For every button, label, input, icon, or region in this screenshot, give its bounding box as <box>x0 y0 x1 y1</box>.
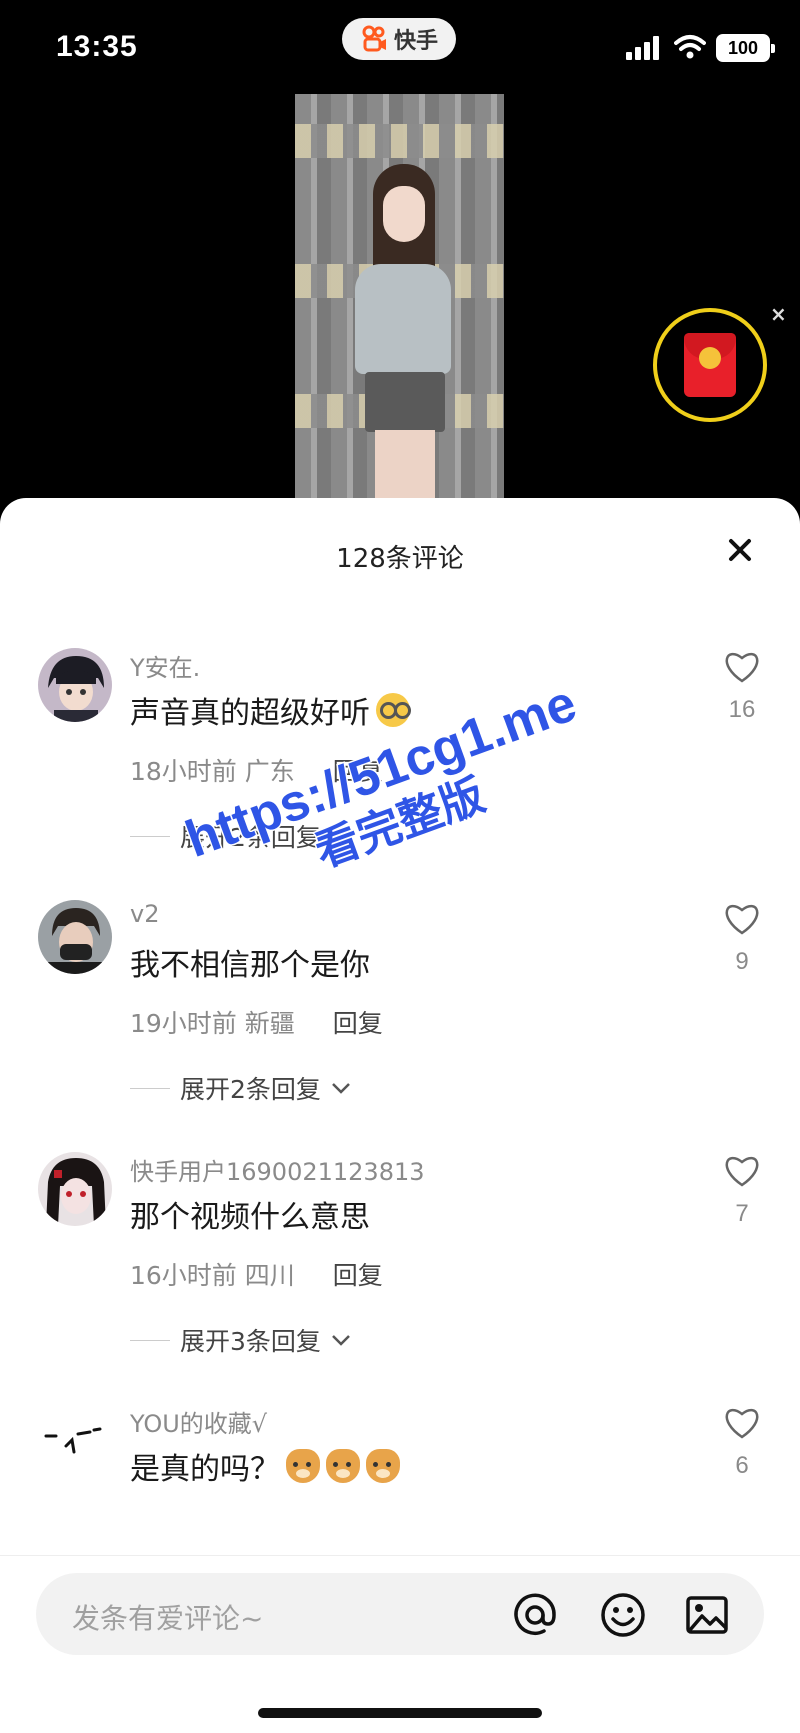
like-button[interactable]: 16 <box>720 650 764 724</box>
reply-button[interactable]: 回复 <box>333 1009 383 1038</box>
comment-location: 广东 <box>244 757 295 786</box>
comment-time: 19小时前 <box>130 1009 237 1038</box>
comment-meta: 16小时前 四川 回复 <box>130 1256 383 1292</box>
comment-text: 声音真的超级好听 <box>130 688 411 732</box>
expand-replies-label: 展开2条回复 <box>180 823 321 852</box>
red-packet-close-icon[interactable]: × <box>770 302 787 326</box>
expand-replies-button[interactable]: 展开2条回复 <box>130 1070 351 1106</box>
reply-button[interactable]: 回复 <box>333 757 383 786</box>
comment-text: 我不相信那个是你 <box>130 940 370 984</box>
chevron-down-icon <box>332 831 350 842</box>
comment-text-content: 那个视频什么意思 <box>130 1200 370 1235</box>
wifi-icon <box>674 35 706 59</box>
image-icon[interactable] <box>682 1590 732 1640</box>
like-count: 7 <box>735 1200 749 1227</box>
comment-composer: 发条有爱评论~ <box>0 1555 800 1733</box>
comments-sheet: 128条评论 Y安在. 声音真的超级好听 18小时前 广东 回复 展开2条回复 … <box>0 498 800 1733</box>
like-count: 6 <box>735 1452 749 1479</box>
comment-text-content: 我不相信那个是你 <box>130 948 370 983</box>
app-badge[interactable]: 快手 <box>342 18 456 60</box>
video-subject <box>383 186 425 242</box>
divider <box>130 835 170 837</box>
like-button[interactable]: 9 <box>720 902 764 976</box>
comment-input-placeholder: 发条有爱评论~ <box>72 1602 264 1635</box>
comment-time: 16小时前 <box>130 1261 237 1290</box>
comment-username[interactable]: 快手用户1690021123813 <box>130 1152 425 1187</box>
divider <box>130 1339 170 1341</box>
home-indicator[interactable] <box>258 1708 542 1718</box>
kuaishou-logo-icon <box>362 25 386 52</box>
comment-location: 新疆 <box>244 1009 295 1038</box>
heart-icon <box>725 1408 759 1439</box>
expand-replies-label: 展开3条回复 <box>180 1327 321 1356</box>
comment-username[interactable]: v2 <box>130 900 159 928</box>
signal-icon <box>626 36 659 60</box>
red-packet-button[interactable] <box>653 308 767 422</box>
expand-replies-button[interactable]: 展开2条回复 <box>130 818 351 854</box>
emoji-icon[interactable] <box>598 1590 648 1640</box>
video-subject <box>365 372 445 432</box>
video-thumbnail[interactable] <box>295 94 504 500</box>
comment-input[interactable]: 发条有爱评论~ <box>36 1573 764 1655</box>
video-subject <box>355 264 451 374</box>
chevron-down-icon <box>332 1335 350 1346</box>
comment-meta: 18小时前 广东 回复 <box>130 752 383 788</box>
comment-username[interactable]: YOU的收藏√ <box>130 1404 267 1439</box>
expand-replies-label: 展开2条回复 <box>180 1075 321 1104</box>
avatar[interactable] <box>38 1404 112 1478</box>
like-button[interactable]: 7 <box>720 1154 764 1228</box>
comments-title: 128条评论 <box>336 544 464 574</box>
dog-face-icon <box>326 1449 360 1483</box>
avatar[interactable] <box>38 900 112 974</box>
like-count: 16 <box>728 696 756 723</box>
video-area: 13:35 快手 100 × <box>0 0 800 520</box>
nerd-face-icon <box>376 693 411 727</box>
avatar[interactable] <box>38 1152 112 1226</box>
dog-face-icon <box>286 1449 320 1483</box>
avatar[interactable] <box>38 648 112 722</box>
heart-icon <box>725 904 759 935</box>
comment-text: 那个视频什么意思 <box>130 1192 370 1236</box>
heart-icon <box>725 652 759 683</box>
chevron-down-icon <box>332 1083 350 1094</box>
mention-icon[interactable] <box>510 1590 560 1640</box>
red-envelope-icon <box>684 333 736 397</box>
like-button[interactable]: 6 <box>720 1406 764 1480</box>
comment-time: 18小时前 <box>130 757 237 786</box>
divider <box>130 1087 170 1089</box>
video-subject <box>375 430 435 500</box>
like-count: 9 <box>735 948 749 975</box>
reply-button[interactable]: 回复 <box>333 1261 383 1290</box>
curtain-pattern <box>295 124 504 158</box>
comment-location: 四川 <box>244 1261 295 1290</box>
comment-meta: 19小时前 新疆 回复 <box>130 1004 383 1040</box>
close-icon[interactable] <box>724 534 756 566</box>
heart-icon <box>725 1156 759 1187</box>
battery-indicator: 100 <box>716 34 775 62</box>
expand-replies-button[interactable]: 展开3条回复 <box>130 1322 351 1358</box>
comment-text-content: 是真的吗？ <box>130 1452 280 1487</box>
status-bar: 13:35 快手 100 <box>0 0 800 90</box>
status-time: 13:35 <box>56 30 138 63</box>
comment-username[interactable]: Y安在. <box>130 648 200 683</box>
app-name: 快手 <box>393 29 438 54</box>
dog-face-icon <box>366 1449 400 1483</box>
comment-text: 是真的吗？ <box>130 1444 400 1488</box>
comment-text-content: 声音真的超级好听 <box>130 696 370 731</box>
